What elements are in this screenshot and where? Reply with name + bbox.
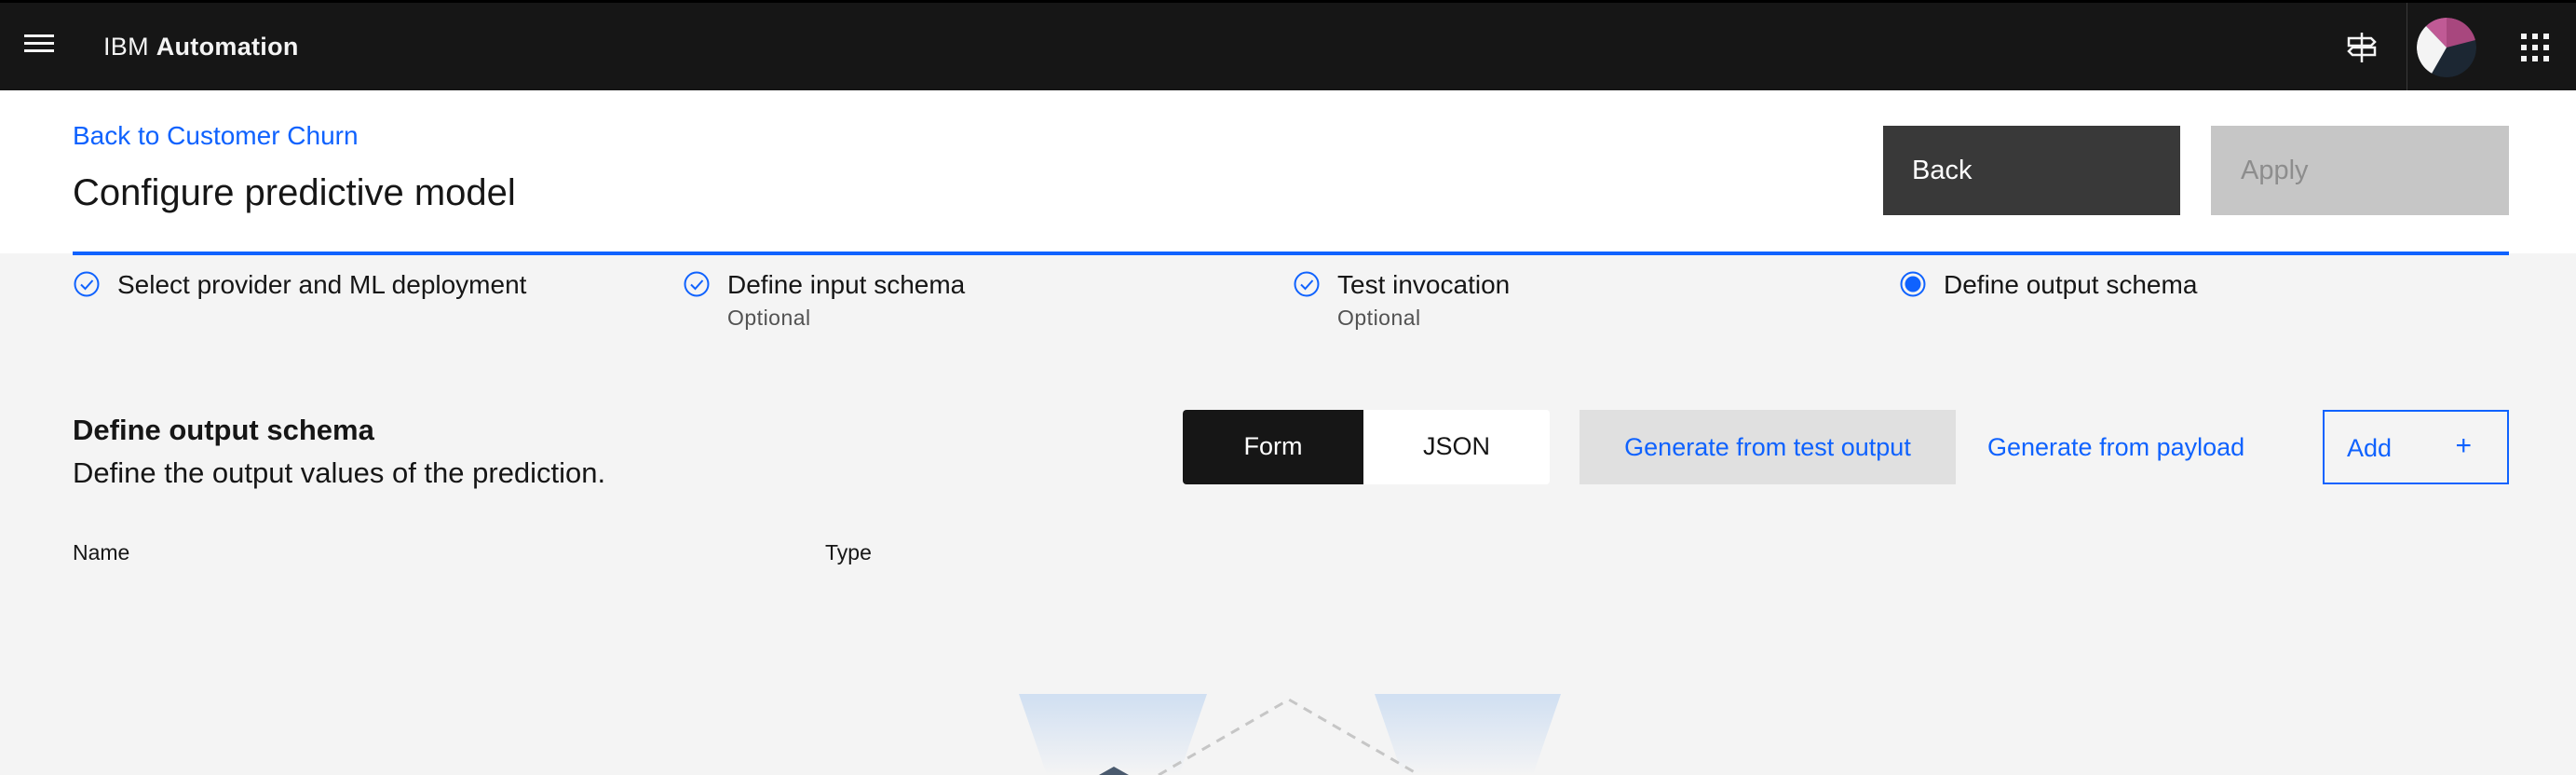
step-progress-bar — [683, 252, 1293, 255]
top-navigation-bar: IBM Automation — [0, 0, 2576, 93]
brand-prefix: IBM — [103, 33, 149, 61]
checkmark-outline-icon — [74, 271, 100, 297]
step-optional-label: Optional — [1337, 306, 1421, 330]
add-button-label: Add — [2347, 434, 2393, 462]
column-header-name: Name — [73, 540, 130, 564]
add-button[interactable]: Add + — [2323, 410, 2509, 484]
step-define-input-schema[interactable]: Define input schema Optional — [683, 252, 1293, 335]
section-title: Define output schema — [73, 414, 374, 446]
brand-name[interactable]: IBM Automation — [103, 33, 299, 61]
step-test-invocation[interactable]: Test invocation Optional — [1293, 252, 1903, 335]
checkmark-outline-icon — [684, 271, 710, 297]
empty-state-illustration — [1019, 694, 1561, 775]
step-select-provider[interactable]: Select provider and ML deployment — [73, 252, 683, 335]
step-progress-bar — [73, 252, 683, 255]
brand-product: Automation — [156, 33, 299, 61]
step-label: Select provider and ML deployment — [117, 270, 527, 299]
back-button[interactable]: Back — [1883, 126, 2180, 215]
step-label: Define output schema — [1944, 270, 2198, 299]
add-icon: + — [2455, 430, 2472, 461]
json-view-tab[interactable]: JSON — [1363, 410, 1550, 484]
generate-from-payload-button[interactable]: Generate from payload — [1987, 410, 2267, 484]
step-label: Test invocation — [1337, 270, 1511, 299]
step-label: Define input schema — [727, 270, 966, 299]
step-progress-bar — [1293, 252, 1903, 255]
page-header: Back to Customer Churn Configure predict… — [0, 90, 2576, 253]
column-header-type: Type — [825, 540, 872, 564]
section-description: Define the output values of the predicti… — [73, 456, 606, 489]
step-optional-label: Optional — [727, 306, 811, 330]
step-progress-bar — [1899, 252, 2509, 255]
menu-icon[interactable] — [24, 34, 58, 61]
app-switcher-icon[interactable] — [2521, 34, 2551, 63]
step-define-output-schema[interactable]: Define output schema — [1899, 252, 2509, 335]
back-to-customer-churn-link[interactable]: Back to Customer Churn — [73, 121, 359, 151]
form-view-tab[interactable]: Form — [1183, 410, 1363, 484]
page-title: Configure predictive model — [73, 172, 516, 213]
view-switcher: Form JSON — [1183, 410, 1550, 484]
generate-from-test-output-button[interactable]: Generate from test output — [1579, 410, 1956, 484]
checkmark-outline-icon — [1294, 271, 1320, 297]
apply-button[interactable]: Apply — [2211, 126, 2509, 215]
avatar[interactable] — [2417, 18, 2476, 77]
signpost-icon[interactable] — [2343, 29, 2380, 66]
current-step-icon — [1900, 271, 1926, 297]
